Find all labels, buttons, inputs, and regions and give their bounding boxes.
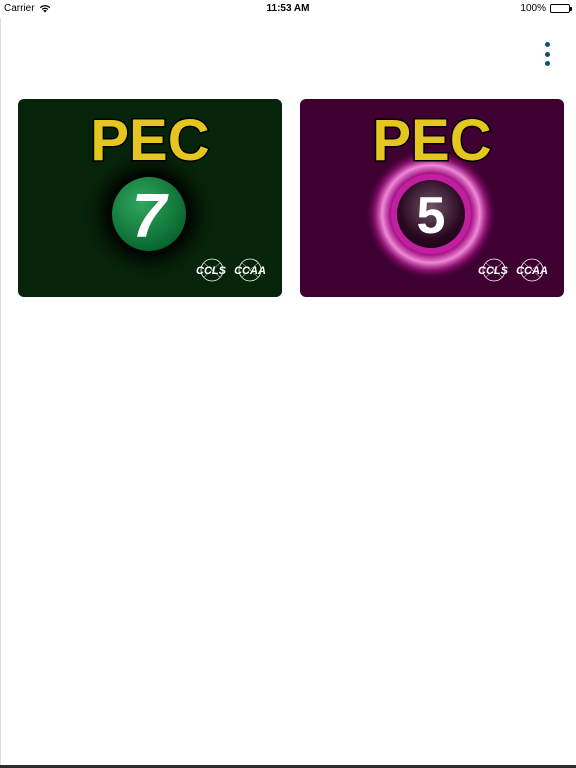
pec-5-card[interactable]: PEC 5 CCLS CCAA bbox=[300, 99, 564, 297]
window-edge bbox=[0, 18, 1, 765]
ccls-logo: CCLS bbox=[478, 258, 509, 282]
ccaa-logo: CCAA bbox=[516, 258, 548, 282]
more-vertical-icon bbox=[544, 42, 550, 47]
status-right: 100% bbox=[520, 3, 572, 14]
ccaa-logo: CCAA bbox=[234, 258, 266, 282]
card-title: PEC bbox=[90, 108, 209, 173]
ccls-label: CCLS bbox=[478, 265, 509, 277]
card-number: 5 bbox=[417, 187, 446, 245]
card-title: PEC bbox=[372, 108, 491, 173]
status-time: 11:53 AM bbox=[266, 3, 310, 14]
ccls-logo: CCLS bbox=[196, 258, 227, 282]
more-options-button[interactable] bbox=[536, 40, 558, 68]
pec-7-card[interactable]: PEC 7 CCLS CCAA bbox=[18, 99, 282, 297]
battery-percent: 100% bbox=[520, 3, 546, 14]
ccaa-label: CCAA bbox=[516, 265, 548, 277]
more-vertical-icon-dot bbox=[544, 61, 550, 66]
more-vertical-icon-dot bbox=[544, 51, 550, 57]
status-bar: Carrier 11:53 AM 100% bbox=[0, 0, 576, 18]
ccaa-label: CCAA bbox=[234, 265, 266, 277]
card-number: 7 bbox=[132, 182, 169, 251]
battery-icon bbox=[550, 4, 572, 13]
ccls-label: CCLS bbox=[196, 265, 227, 277]
